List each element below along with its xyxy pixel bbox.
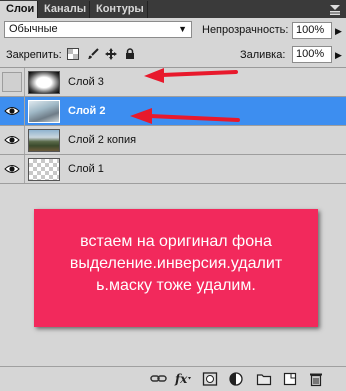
layers-panel: Слои Каналы Контуры Обычные ▼ Непрозрачн…	[0, 0, 346, 391]
add-mask-icon[interactable]	[202, 371, 218, 387]
fx-icon[interactable]: fx	[174, 371, 191, 387]
divider	[24, 68, 25, 96]
annotation-line: встаем на оригинал фона	[80, 233, 272, 250]
layer-name: Слой 1	[68, 163, 104, 175]
layer-row[interactable]: Слой 1	[0, 155, 346, 184]
lock-row: Закрепить: Заливка: 100% ▶	[0, 43, 346, 68]
svg-text:fx: fx	[174, 372, 188, 386]
tab-bar: Слои Каналы Контуры	[0, 0, 346, 18]
divider	[24, 126, 25, 154]
new-group-icon[interactable]	[256, 371, 272, 387]
opacity-field[interactable]: 100%	[292, 22, 332, 39]
blend-mode-value: Обычные	[9, 23, 58, 35]
fill-field[interactable]: 100%	[292, 46, 332, 63]
link-layers-icon[interactable]	[150, 371, 167, 387]
move-icon[interactable]	[105, 48, 117, 60]
tab-layers[interactable]: Слои	[0, 1, 38, 18]
fill-label: Заливка:	[240, 49, 286, 61]
tab-paths[interactable]: Контуры	[90, 1, 148, 18]
lock-transparency-icon[interactable]	[67, 48, 79, 60]
divider	[24, 97, 25, 125]
layer-name: Слой 2 копия	[68, 134, 137, 146]
layer-row[interactable]: Слой 2 копия	[0, 126, 346, 155]
eye-icon[interactable]	[2, 130, 22, 150]
layer-thumbnail	[28, 71, 60, 94]
annotation-box: встаем на оригинал фона выделение.инверс…	[34, 209, 318, 327]
arrow-icon	[144, 68, 238, 83]
divider	[24, 155, 25, 183]
delete-layer-icon[interactable]	[308, 371, 324, 387]
chevron-down-icon: ▼	[178, 24, 187, 34]
new-layer-icon[interactable]	[282, 371, 298, 387]
eye-icon[interactable]	[2, 159, 22, 179]
blend-row: Обычные ▼ Непрозрачность: 100% ▶	[0, 18, 346, 43]
layer-thumbnail	[28, 158, 60, 181]
opacity-label: Непрозрачность:	[202, 24, 289, 36]
lock-label: Закрепить:	[6, 49, 62, 61]
eye-icon[interactable]	[2, 101, 22, 121]
fill-arrow-icon[interactable]: ▶	[335, 50, 342, 61]
bottom-toolbar: fx	[0, 366, 346, 391]
visibility-toggle[interactable]	[2, 72, 22, 92]
adjustment-layer-icon[interactable]	[228, 371, 244, 387]
lock-icon[interactable]	[124, 48, 136, 60]
annotation-line: ь.маску тоже удалим.	[96, 277, 256, 294]
layer-name: Слой 2	[68, 105, 106, 117]
arrow-icon	[130, 108, 240, 124]
brush-icon[interactable]	[87, 48, 99, 60]
opacity-arrow-icon[interactable]: ▶	[335, 26, 342, 37]
annotation-line: выделение.инверсия.удалит	[69, 255, 283, 272]
blend-mode-select[interactable]: Обычные ▼	[4, 21, 192, 38]
layer-thumbnail	[28, 129, 60, 152]
layer-thumbnail	[28, 100, 60, 123]
layer-name: Слой 3	[68, 76, 104, 88]
tab-channels[interactable]: Каналы	[38, 1, 90, 18]
